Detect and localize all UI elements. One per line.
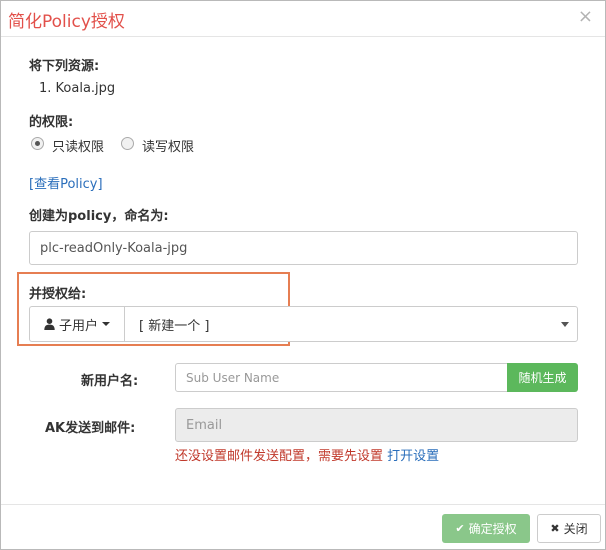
resource-item: 1. Koala.jpg xyxy=(39,81,116,96)
close-icon[interactable]: × xyxy=(578,8,593,26)
x-icon: ✖ xyxy=(550,522,560,535)
close-button[interactable]: ✖ 关闭 xyxy=(537,514,601,543)
permission-label: 的权限: xyxy=(29,115,74,130)
new-user-label: 新用户名: xyxy=(81,374,139,389)
policy-auth-dialog: 简化Policy授权 × 将下列资源: 1. Koala.jpg 的权限: 只读… xyxy=(0,0,606,550)
grantee-type-label: 子用户 xyxy=(58,318,98,334)
select-arrow-icon xyxy=(561,322,569,327)
readwrite-radio[interactable] xyxy=(121,137,134,150)
confirm-button-label: 确定授权 xyxy=(468,522,517,536)
user-icon xyxy=(44,318,55,330)
view-policy-link[interactable]: [查看Policy] xyxy=(29,173,103,192)
email-config-warning: 还没设置邮件发送配置，需要先设置 打开设置 xyxy=(175,445,439,464)
close-button-label: 关闭 xyxy=(563,522,588,536)
grant-label: 并授权给: xyxy=(29,287,87,302)
grantee-select-value: [ 新建一个 ] xyxy=(139,318,210,334)
random-generate-button[interactable]: 随机生成 xyxy=(507,363,578,392)
open-settings-link[interactable]: 打开设置 xyxy=(387,449,439,464)
email-field: Email xyxy=(175,408,578,442)
dialog-title: 简化Policy授权 xyxy=(8,12,125,32)
readonly-radio-label[interactable]: 只读权限 xyxy=(52,136,104,155)
grantee-type-dropdown[interactable]: 子用户 xyxy=(29,306,124,342)
grantee-select[interactable]: [ 新建一个 ] xyxy=(124,306,578,342)
policy-name-input[interactable]: plc-readOnly-Koala-jpg xyxy=(29,231,578,265)
dialog-header: 简化Policy授权 × xyxy=(1,1,605,37)
readonly-radio[interactable] xyxy=(31,137,44,150)
warning-text: 还没设置邮件发送配置，需要先设置 xyxy=(175,449,384,464)
resources-label: 将下列资源: xyxy=(29,59,100,74)
ak-email-label: AK发送到邮件: xyxy=(45,421,136,436)
policy-name-label: 创建为policy，命名为: xyxy=(29,209,169,224)
readwrite-radio-label[interactable]: 读写权限 xyxy=(142,136,194,155)
check-icon: ✔ xyxy=(455,522,465,535)
new-user-input[interactable]: Sub User Name xyxy=(175,363,508,392)
confirm-authorization-button[interactable]: ✔ 确定授权 xyxy=(442,514,530,543)
chevron-down-icon xyxy=(102,322,110,326)
